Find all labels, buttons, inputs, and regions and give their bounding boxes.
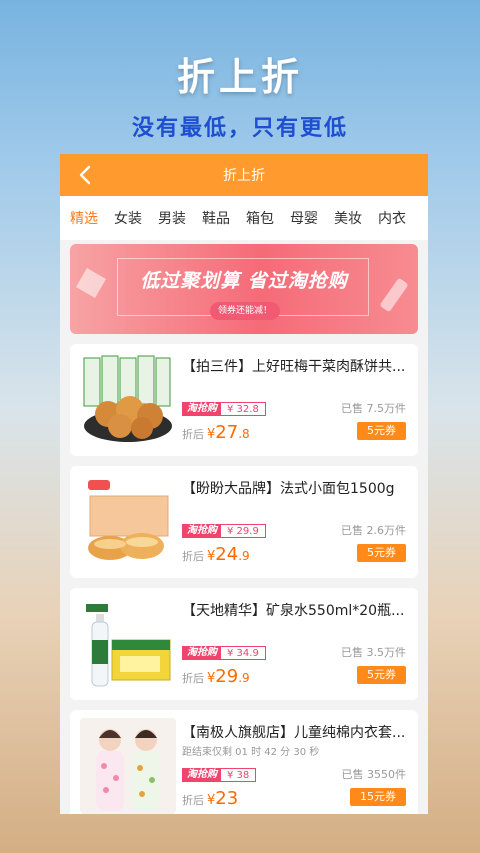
kids-pajamas-image (80, 718, 176, 814)
final-price: 折后 ¥27.8 (182, 422, 250, 443)
coupon-button[interactable]: 5元券 (357, 422, 406, 440)
product-card[interactable]: 【天地精华】矿泉水550ml*20瓶... 淘抢购 ¥ 34.9 折后 ¥29.9… (70, 588, 418, 700)
coupon-button[interactable]: 5元券 (357, 666, 406, 684)
product-card[interactable]: 【盼盼大品牌】法式小面包1500g 淘抢购 ¥ 29.9 折后 ¥24.9 已售 … (70, 466, 418, 578)
chevron-left-icon[interactable] (74, 163, 98, 187)
tab-beauty[interactable]: 美妆 (334, 208, 362, 228)
tab-underwear[interactable]: 内衣 (378, 208, 406, 228)
coupon-button[interactable]: 5元券 (357, 544, 406, 562)
tab-bags[interactable]: 箱包 (246, 208, 274, 228)
sold-count: 已售 2.6万件 (341, 524, 406, 537)
app-bar: 折上折 (60, 154, 428, 196)
sold-count: 已售 3.5万件 (341, 646, 406, 659)
tag-price: ¥ 38 (227, 769, 250, 781)
final-price: 折后 ¥23 (182, 788, 238, 809)
tag-price: ¥ 29.9 (227, 525, 259, 537)
final-price: 折后 ¥29.9 (182, 666, 250, 687)
app-screen: 折上折 精选 女装 男装 鞋品 箱包 母婴 美妆 内衣 低过聚划算 省过淘抢购 … (60, 154, 428, 814)
promo-title: 折上折 (176, 55, 303, 99)
flash-sale-tag: 淘抢购 ¥ 34.9 (182, 646, 266, 660)
tab-baby[interactable]: 母婴 (290, 208, 318, 228)
category-tabs: 精选 女装 男装 鞋品 箱包 母婴 美妆 内衣 (60, 196, 428, 240)
flash-sale-tag: 淘抢购 ¥ 32.8 (182, 402, 266, 416)
final-price: 折后 ¥24.9 (182, 544, 250, 565)
countdown-timer: 距结束仅剩 01 时 42 分 30 秒 (182, 747, 320, 758)
tag-name: 淘抢购 (183, 402, 221, 416)
pastry-image (80, 352, 176, 448)
final-price-label: 折后 (182, 550, 204, 563)
promo-banner[interactable]: 低过聚划算 省过淘抢购 领券还能减！ (70, 244, 418, 334)
price-decimal: .9 (238, 549, 250, 563)
flash-sale-tag: 淘抢购 ¥ 29.9 (182, 524, 266, 538)
banner-subtitle: 领券还能减！ (210, 302, 280, 320)
water-image (80, 596, 176, 692)
product-card[interactable]: 【南极人旗舰店】儿童纯棉内衣套... 距结束仅剩 01 时 42 分 30 秒 … (70, 710, 418, 814)
final-price-label: 折后 (182, 794, 204, 807)
product-title: 【盼盼大品牌】法式小面包1500g (182, 481, 395, 497)
sold-count: 已售 3550件 (341, 768, 407, 781)
banner-headline: 低过聚划算 省过淘抢购 (140, 270, 348, 292)
product-title: 【拍三件】上好旺梅干菜肉酥饼共... (182, 359, 406, 375)
tag-name: 淘抢购 (183, 646, 221, 660)
product-title: 【天地精华】矿泉水550ml*20瓶... (182, 603, 405, 619)
price-integer: 24 (215, 544, 239, 565)
app-bar-title: 折上折 (223, 168, 265, 184)
price-decimal: .8 (238, 427, 250, 441)
product-card[interactable]: 【拍三件】上好旺梅干菜肉酥饼共... 淘抢购 ¥ 32.8 折后 ¥27.8 已售… (70, 344, 418, 456)
final-price-label: 折后 (182, 672, 204, 685)
tab-featured[interactable]: 精选 (70, 208, 98, 228)
coupon-button[interactable]: 15元券 (350, 788, 406, 806)
product-title: 【南极人旗舰店】儿童纯棉内衣套... (182, 725, 406, 741)
tag-price: ¥ 34.9 (227, 647, 259, 659)
tab-women[interactable]: 女装 (114, 208, 142, 228)
tab-men[interactable]: 男装 (158, 208, 186, 228)
tag-name: 淘抢购 (183, 768, 221, 782)
tag-name: 淘抢购 (183, 524, 221, 538)
tab-shoes[interactable]: 鞋品 (202, 208, 230, 228)
price-integer: 27 (215, 422, 239, 443)
price-integer: 29 (215, 666, 239, 687)
tag-price: ¥ 32.8 (227, 403, 259, 415)
sold-count: 已售 7.5万件 (341, 402, 406, 415)
bread-image (80, 474, 176, 570)
price-integer: 23 (215, 788, 239, 809)
final-price-label: 折后 (182, 428, 204, 441)
flash-sale-tag: 淘抢购 ¥ 38 (182, 768, 257, 782)
promo-subtitle: 没有最低，只有更低 (131, 116, 348, 141)
price-decimal: .9 (238, 671, 250, 685)
